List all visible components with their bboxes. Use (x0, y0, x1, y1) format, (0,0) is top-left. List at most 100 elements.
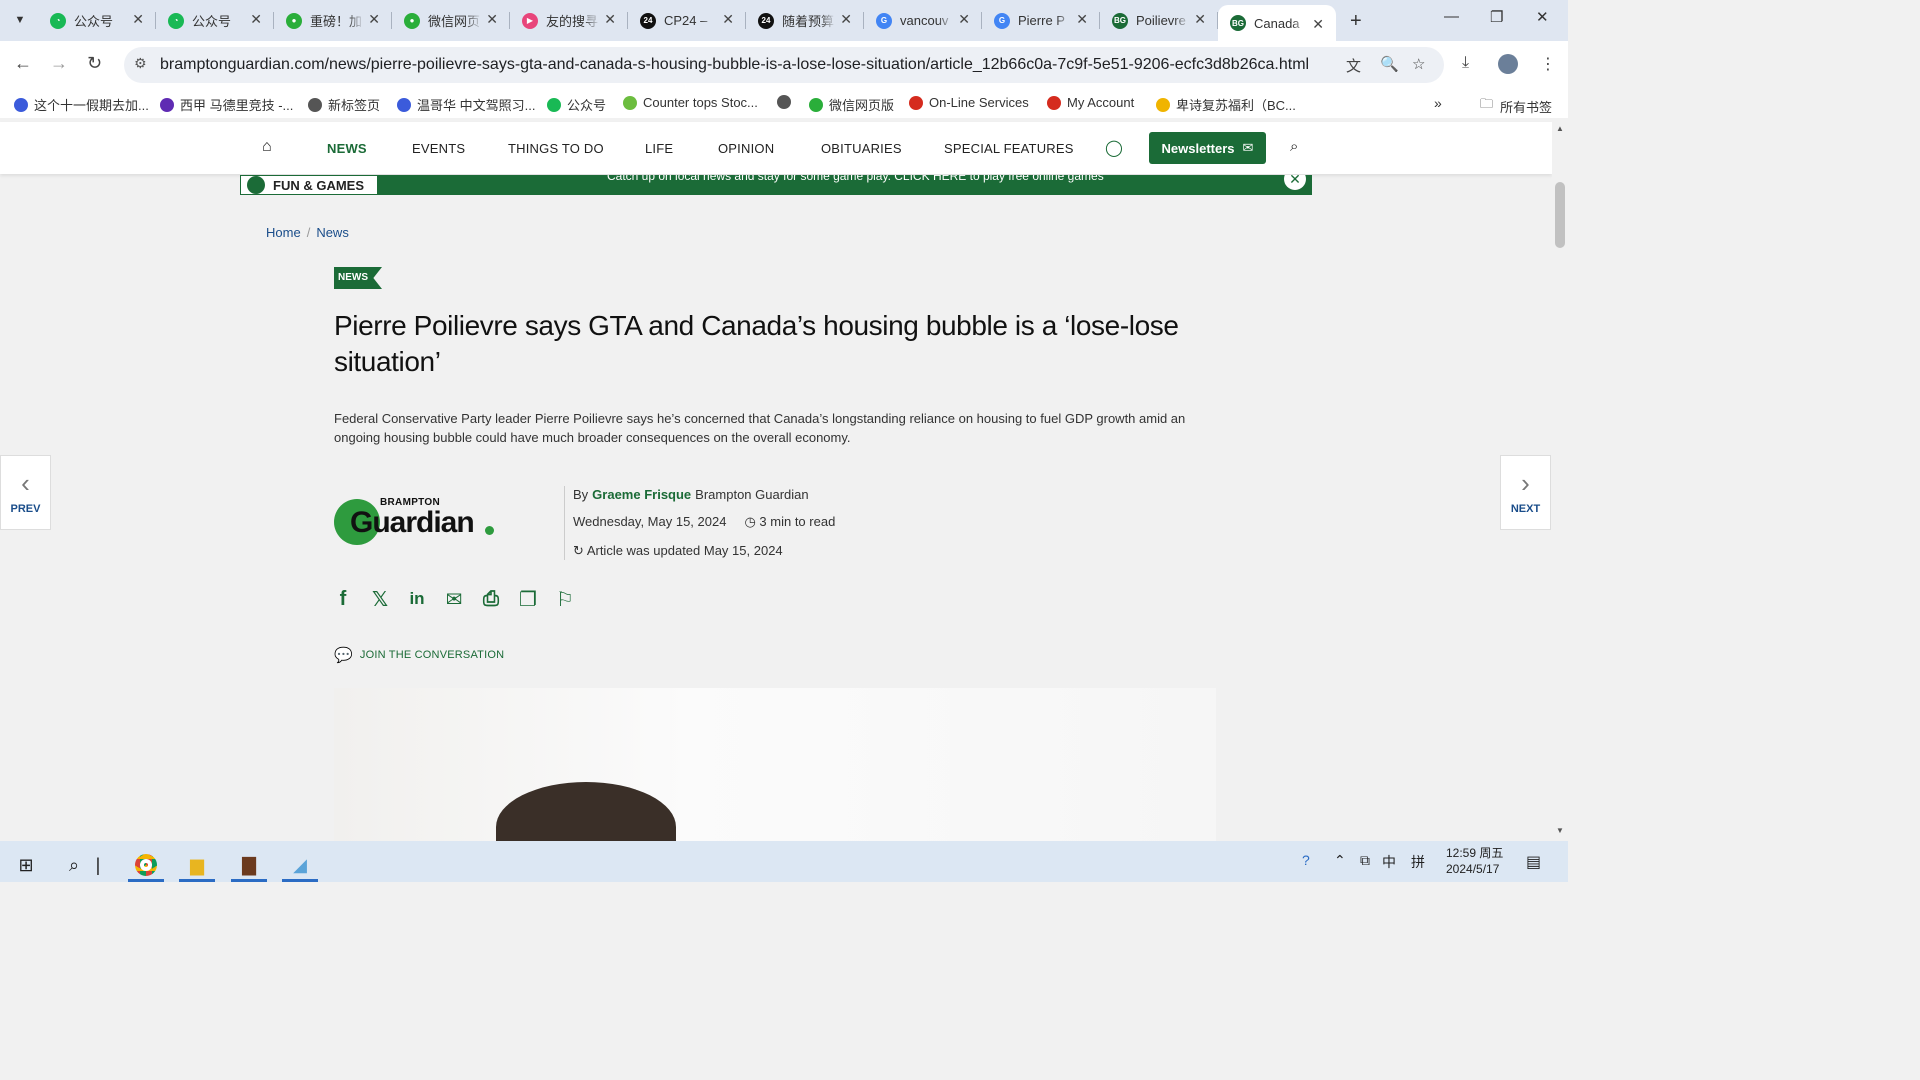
browser-tab[interactable]: ▶ 友的搜寻 ✕ (510, 0, 628, 41)
prev-article-button[interactable]: ‹ PREV (0, 455, 51, 530)
tab-close-icon[interactable]: ✕ (132, 11, 144, 28)
all-bookmarks-button[interactable]: 🗀 所有书签 (1480, 95, 1552, 117)
browser-tab[interactable]: G Pierre P ✕ (982, 0, 1100, 41)
browser-tab[interactable]: 24 随着预算 ✕ (746, 0, 864, 41)
x-twitter-icon[interactable]: 𝕏 (369, 587, 391, 611)
app-horse-icon[interactable]: ▇ (227, 848, 271, 882)
bookmark-item[interactable]: Counter tops Stoc... (623, 95, 758, 110)
tab-close-icon[interactable]: ✕ (486, 11, 498, 28)
bookmark-item[interactable] (777, 95, 797, 109)
minimize-icon[interactable]: — (1444, 8, 1459, 25)
copy-link-icon[interactable]: ❐ (517, 587, 539, 611)
tab-close-icon[interactable]: ✕ (1076, 11, 1088, 28)
translate-icon[interactable]: 文 (1346, 55, 1361, 76)
tab-close-icon[interactable]: ✕ (604, 11, 616, 28)
reload-icon[interactable]: ↻ (87, 53, 102, 74)
nav-news[interactable]: NEWS (327, 141, 367, 156)
nav-opinion[interactable]: OPINION (718, 141, 774, 156)
updated-text: Article was updated May 15, 2024 (586, 543, 783, 558)
promo-banner[interactable]: FUN & GAMES Catch up on local news and s… (240, 175, 1312, 195)
browser-tab[interactable]: 24 CP24 – ✕ (628, 0, 746, 41)
chrome-taskbar-icon[interactable] (124, 848, 168, 882)
bookmark-item[interactable]: 公众号 (547, 95, 606, 114)
tab-close-icon[interactable]: ✕ (722, 11, 734, 28)
bookmark-item[interactable]: 卑诗复苏福利（BC... (1156, 95, 1296, 114)
app-notepad-icon[interactable]: ◢ (278, 848, 322, 882)
tab-close-icon[interactable]: ✕ (840, 11, 852, 28)
browser-tab[interactable]: ● 重磅！加 ✕ (274, 0, 392, 41)
ime-mode[interactable]: 中 (1382, 852, 1396, 872)
network-icon[interactable]: ⧉ (1360, 852, 1370, 869)
join-conversation-link[interactable]: 💬 JOIN THE CONVERSATION (334, 646, 504, 664)
newsletters-button[interactable]: Newsletters ✉ (1149, 132, 1266, 164)
print-icon[interactable]: ⎙ (480, 587, 502, 611)
task-view-icon[interactable]: | (88, 848, 108, 882)
bookmark-item[interactable]: 这个十一假期去加... (14, 95, 149, 114)
ime-pinyin[interactable]: 拼 (1411, 852, 1425, 872)
browser-tab[interactable]: ● 微信网页 ✕ (392, 0, 510, 41)
site-info-icon[interactable]: ⚙ (134, 55, 147, 72)
tab-close-icon[interactable]: ✕ (250, 11, 262, 28)
page-scrollbar[interactable]: ▲ ▼ (1552, 122, 1568, 840)
scrollbar-thumb[interactable] (1555, 182, 1565, 248)
new-tab-button[interactable]: + (1350, 10, 1362, 33)
zoom-icon[interactable]: 🔍 (1380, 55, 1399, 73)
bookmark-label: 西甲 马德里竞技 -... (180, 98, 294, 113)
tab-close-icon[interactable]: ✕ (1312, 16, 1324, 33)
nav-events[interactable]: EVENTS (412, 141, 465, 156)
breadcrumb-home[interactable]: Home (266, 225, 301, 240)
profile-avatar[interactable] (1498, 54, 1518, 74)
more-bookmarks-icon[interactable]: » (1434, 95, 1442, 111)
browser-menu-icon[interactable]: ⋮ (1540, 54, 1556, 74)
email-icon[interactable]: ✉ (443, 587, 465, 611)
browser-tab[interactable]: ◔ 公众号 ✕ (38, 0, 156, 41)
bookmark-item[interactable]: 微信网页版 (809, 95, 894, 114)
download-icon[interactable]: ⤓ (1462, 54, 1469, 72)
file-explorer-icon[interactable]: ▆ (175, 848, 219, 882)
tab-search-menu-icon[interactable]: ▼ (8, 8, 32, 32)
show-hidden-icons[interactable]: ⌃ (1334, 852, 1346, 869)
section-badge[interactable]: NEWS (334, 267, 382, 289)
search-icon[interactable]: ⌕ (1290, 138, 1299, 155)
tab-close-icon[interactable]: ✕ (1194, 11, 1206, 28)
next-article-button[interactable]: › NEXT (1500, 455, 1551, 530)
tab-close-icon[interactable]: ✕ (958, 11, 970, 28)
promo-text[interactable]: Catch up on local news and stay for some… (607, 175, 1104, 183)
nav-obituaries[interactable]: OBITUARIES (821, 141, 902, 156)
scroll-up-icon[interactable]: ▲ (1556, 124, 1564, 133)
tab-close-icon[interactable]: ✕ (368, 11, 380, 28)
bookmark-item[interactable]: 温哥华 中文驾照习... (397, 95, 535, 114)
bookmark-star-icon[interactable]: ☆ (1412, 55, 1425, 73)
restore-icon[interactable]: ❐ (1490, 8, 1503, 26)
system-clock[interactable]: 12:59 周五 2024/5/17 (1446, 845, 1503, 877)
nav-things-to-do[interactable]: THINGS TO DO (508, 141, 604, 156)
browser-tab[interactable]: ◔ 公众号 ✕ (156, 0, 274, 41)
bookmark-item[interactable]: On-Line Services (909, 95, 1029, 110)
notifications-icon[interactable]: ▤ (1526, 852, 1541, 872)
bookmark-icon[interactable]: ⚐ (554, 587, 576, 611)
bookmark-item[interactable]: My Account (1047, 95, 1134, 110)
help-icon[interactable]: ? (1302, 852, 1310, 868)
back-icon[interactable]: ← (14, 53, 32, 74)
linkedin-icon[interactable]: in (406, 587, 428, 611)
close-icon[interactable]: ✕ (1284, 175, 1306, 190)
nav-special-features[interactable]: SPECIAL FEATURES (944, 141, 1074, 156)
start-icon[interactable]: ⊞ (4, 848, 48, 882)
browser-tab[interactable]: BG Canada ✕ (1218, 5, 1336, 41)
facebook-icon[interactable]: f (332, 587, 354, 611)
author-link[interactable]: Graeme Frisque (592, 487, 691, 502)
home-icon[interactable]: ⌂ (262, 138, 272, 156)
browser-tab[interactable]: Gvancouv ✕ (864, 0, 982, 41)
scroll-down-icon[interactable]: ▼ (1556, 826, 1564, 835)
nav-life[interactable]: LIFE (645, 141, 673, 156)
close-window-icon[interactable]: ✕ (1536, 8, 1549, 26)
account-icon[interactable]: ◯ (1105, 138, 1123, 158)
address-bar[interactable]: ⚙ bramptonguardian.com/news/pierre-poili… (124, 47, 1444, 83)
url-text[interactable]: bramptonguardian.com/news/pierre-poiliev… (160, 56, 1309, 74)
browser-tab[interactable]: BG Poilievre ✕ (1100, 0, 1218, 41)
breadcrumb-news[interactable]: News (316, 225, 349, 240)
breadcrumb: Home / News (266, 225, 349, 240)
bookmark-item[interactable]: 西甲 马德里竞技 -... (160, 95, 293, 114)
bookmark-item[interactable]: 新标签页 (308, 95, 380, 114)
forward-icon[interactable]: → (50, 53, 68, 74)
